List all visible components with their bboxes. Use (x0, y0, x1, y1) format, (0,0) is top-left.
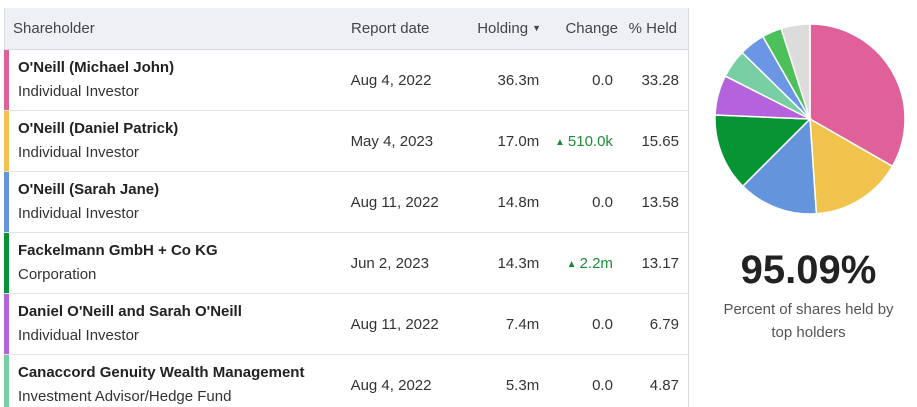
table-body: O'Neill (Michael John) Individual Investo… (4, 50, 689, 407)
holding-cell: 14.3m (497, 254, 540, 272)
change-cell: ▲ 2.2m (539, 255, 613, 272)
arrow-up-icon: ▲ (554, 136, 565, 148)
holding-cell: 14.8m (497, 193, 540, 211)
holding-cell: 17.0m (497, 132, 540, 150)
table-border (4, 8, 5, 49)
report-date-cell: Aug 4, 2022 (350, 376, 432, 394)
shareholder-name[interactable]: O'Neill (Michael John) (18, 58, 344, 78)
pct-held-cell: 13.17 (641, 254, 679, 272)
shareholder-cell: O'Neill (Michael John) Individual Investo… (4, 58, 344, 102)
shareholder-cell: Daniel O'Neill and Sarah O'Neill Individu… (4, 302, 344, 346)
table-row[interactable]: Fackelmann GmbH + Co KG Corporation Jun 2,… (4, 233, 689, 294)
header-shareholder[interactable]: Shareholder (4, 20, 344, 37)
row-color-bar (4, 172, 9, 232)
shareholder-cell: O'Neill (Sarah Jane) Individual Investor (4, 180, 344, 224)
table-row[interactable]: Daniel O'Neill and Sarah O'Neill Individu… (4, 294, 689, 355)
change-value: 0.0 (592, 193, 613, 211)
change-cell: 0.0 (539, 194, 613, 211)
caption-line: Percent of shares held by (723, 301, 894, 318)
shareholders-table: Shareholder Report date Holding ▼ Change … (4, 8, 689, 407)
shareholder-name[interactable]: Daniel O'Neill and Sarah O'Neill (18, 302, 344, 322)
pct-held-cell: 4.87 (649, 376, 679, 394)
summary-caption: Percent of shares held by top holders (700, 298, 917, 344)
pct-held-cell: 33.28 (641, 71, 679, 89)
row-color-bar (4, 294, 9, 354)
header-holding-label: Holding (477, 20, 529, 37)
arrow-up-icon: ▲ (566, 258, 577, 270)
holding-cell: 36.3m (497, 71, 540, 89)
shareholder-cell: Canaccord Genuity Wealth Management Inves… (4, 363, 344, 407)
pct-held-cell: 6.79 (649, 315, 679, 333)
change-cell: 0.0 (539, 377, 613, 394)
caption-line: top holders (771, 324, 846, 341)
ownership-pie-chart (714, 23, 906, 215)
shareholder-type: Individual Investor (18, 205, 139, 222)
change-value: 510.0k (567, 132, 613, 150)
ownership-summary: 95.09% Percent of shares held by top hol… (700, 0, 917, 407)
report-date-cell: May 4, 2023 (350, 132, 434, 150)
shareholder-type: Corporation (18, 266, 97, 283)
report-date-cell: Aug 11, 2022 (350, 193, 439, 211)
report-date-cell: Aug 11, 2022 (350, 315, 439, 333)
pct-held-cell: 13.58 (641, 193, 679, 211)
change-value: 0.0 (592, 71, 613, 89)
shareholder-type: Individual Investor (18, 144, 139, 161)
change-value: 0.0 (592, 315, 613, 333)
header-holding[interactable]: Holding ▼ (449, 20, 541, 37)
shareholder-type: Investment Advisor/Hedge Fund (18, 388, 232, 405)
holding-cell: 5.3m (505, 376, 540, 394)
shareholder-name[interactable]: Fackelmann GmbH + Co KG (18, 241, 344, 261)
header-change[interactable]: Change (541, 20, 618, 37)
table-row[interactable]: O'Neill (Daniel Patrick) Individual Inves… (4, 111, 689, 172)
row-color-bar (4, 233, 9, 293)
shareholder-type: Individual Investor (18, 327, 139, 344)
shareholder-cell: O'Neill (Daniel Patrick) Individual Inves… (4, 119, 344, 163)
table-row[interactable]: Canaccord Genuity Wealth Management Inves… (4, 355, 689, 407)
shareholder-name[interactable]: Canaccord Genuity Wealth Management (18, 363, 344, 383)
shareholder-cell: Fackelmann GmbH + Co KG Corporation (4, 241, 344, 285)
row-color-bar (4, 50, 9, 110)
change-cell: ▲ 510.0k (539, 133, 613, 150)
shareholder-name[interactable]: O'Neill (Daniel Patrick) (18, 119, 344, 139)
header-pct-held[interactable]: % Held (618, 20, 687, 37)
change-cell: 0.0 (539, 72, 613, 89)
table-border (688, 8, 689, 407)
row-color-bar (4, 355, 9, 407)
holding-cell: 7.4m (505, 315, 540, 333)
shareholder-type: Individual Investor (18, 83, 139, 100)
pct-held-cell: 15.65 (641, 132, 679, 150)
change-cell: 0.0 (539, 316, 613, 333)
sort-desc-icon: ▼ (532, 23, 541, 33)
row-color-bar (4, 111, 9, 171)
shareholder-name[interactable]: O'Neill (Sarah Jane) (18, 180, 344, 200)
total-percent-held: 95.09% (740, 248, 877, 292)
change-value: 2.2m (579, 254, 613, 272)
change-value: 0.0 (592, 376, 613, 394)
table-row[interactable]: O'Neill (Sarah Jane) Individual Investor A… (4, 172, 689, 233)
table-header: Shareholder Report date Holding ▼ Change … (4, 8, 689, 50)
report-date-cell: Aug 4, 2022 (350, 71, 432, 89)
header-report-date[interactable]: Report date (344, 20, 449, 37)
report-date-cell: Jun 2, 2023 (350, 254, 429, 272)
table-row[interactable]: O'Neill (Michael John) Individual Investo… (4, 50, 689, 111)
